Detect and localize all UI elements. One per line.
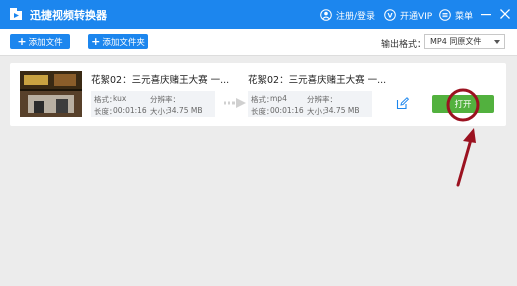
register-login-button[interactable]: 注册/登录 [320, 7, 375, 23]
source-size-value: 34.75 MB [167, 106, 203, 115]
user-icon [320, 9, 332, 21]
register-login-label: 注册/登录 [336, 11, 376, 22]
open-button-label: 打开 [454, 100, 472, 110]
target-meta: 格式： mp4 分辨率： 长度： 00:01:16 大小： 34.75 MB [248, 91, 372, 117]
convert-arrow-icon [224, 98, 246, 108]
chevron-down-icon [494, 40, 500, 44]
app-logo-icon [10, 8, 22, 20]
edit-icon[interactable] [396, 97, 409, 110]
annotation-arrow [456, 134, 474, 187]
output-format-value: MP4 同原文件 [430, 37, 482, 46]
output-format-label: 输出格式： [381, 40, 427, 50]
menu-button[interactable]: 菜单 [439, 7, 473, 23]
close-icon[interactable] [498, 7, 512, 21]
video-thumbnail [20, 71, 82, 117]
output-format-select[interactable]: MP4 同原文件 [424, 34, 505, 49]
target-duration-value: 00:01:16 [270, 106, 304, 115]
add-folder-label: 添加文件夹 [102, 37, 145, 48]
target-size-value: 34.75 MB [324, 106, 360, 115]
app-title: 迅捷视频转换器 [30, 9, 107, 22]
toolbar: + 添加文件 + 添加文件夹 输出格式： MP4 同原文件 [0, 29, 517, 56]
add-file-label: 添加文件 [28, 37, 63, 48]
menu-icon [439, 9, 451, 21]
open-button[interactable]: 打开 [432, 95, 494, 113]
annotation-arrow-head [463, 128, 476, 143]
minimize-icon[interactable] [479, 7, 493, 21]
source-resolution-label: 分辨率： [150, 95, 180, 104]
file-item: 花絮02：三元喜庆赌王大赛 一... 格式： kux 分辨率： 长度： 00:0… [10, 63, 506, 126]
title-bar: 迅捷视频转换器 注册/登录 V 开通VIP 菜单 [0, 0, 517, 29]
vip-icon: V [384, 9, 396, 21]
target-resolution-label: 分辨率： [307, 95, 337, 104]
source-file-name: 花絮02：三元喜庆赌王大赛 一... [91, 75, 230, 86]
target-format-value: mp4 [270, 94, 287, 103]
svg-text:V: V [387, 11, 392, 19]
source-format-value: kux [113, 94, 127, 103]
open-vip-label: 开通VIP [400, 11, 433, 22]
source-meta: 格式： kux 分辨率： 长度： 00:01:16 大小： 34.75 MB [91, 91, 215, 117]
menu-label: 菜单 [455, 11, 474, 22]
plus-icon: + [17, 34, 27, 48]
plus-icon: + [91, 34, 101, 48]
source-duration-value: 00:01:16 [113, 106, 147, 115]
add-file-button[interactable]: + 添加文件 [10, 34, 70, 49]
target-file-name: 花絮02：三元喜庆赌王大赛 一... [248, 75, 387, 86]
open-vip-button[interactable]: V 开通VIP [384, 7, 432, 23]
add-folder-button[interactable]: + 添加文件夹 [88, 34, 148, 49]
